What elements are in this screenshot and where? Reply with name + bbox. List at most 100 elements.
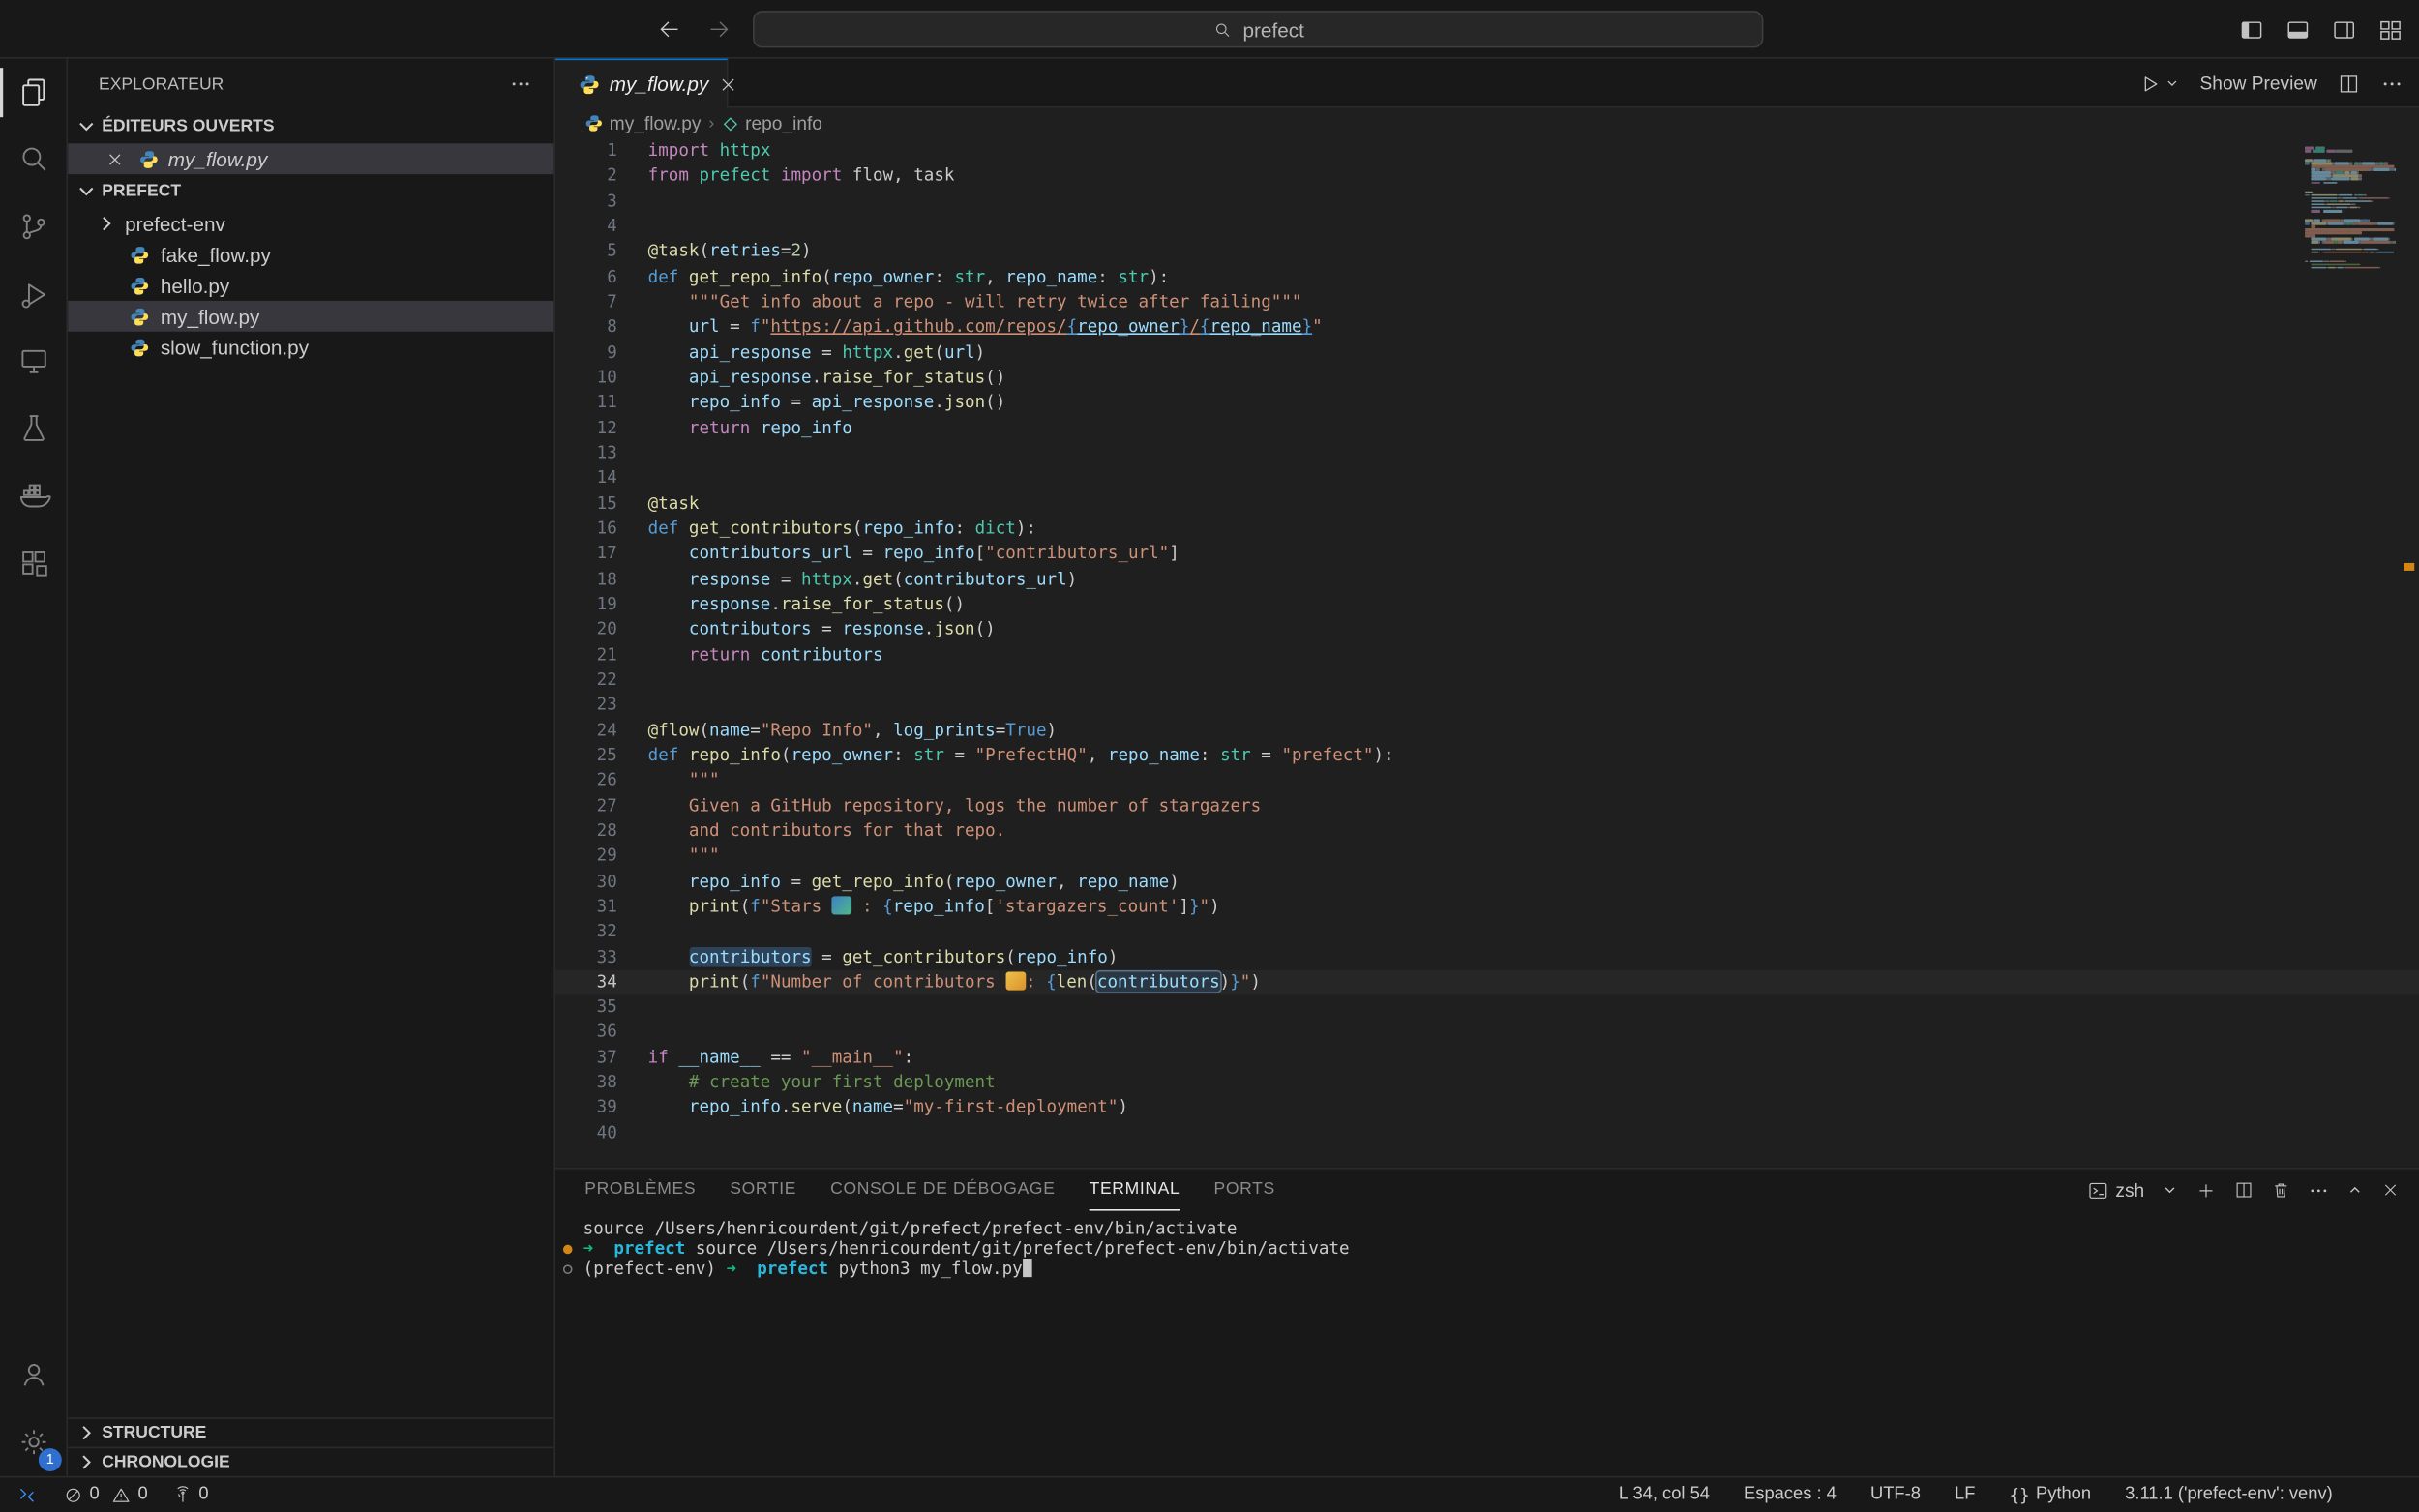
- code-line-34[interactable]: 34 print(f"Number of contributors 👷: {le…: [555, 970, 2419, 995]
- file-tree-item-slow_function.py[interactable]: slow_function.py: [68, 332, 553, 363]
- explorer-icon[interactable]: [0, 59, 67, 127]
- command-decoration-dot[interactable]: [563, 1244, 573, 1254]
- code-line-22[interactable]: 22: [555, 667, 2419, 693]
- panel-tab-terminal[interactable]: TERMINAL: [1090, 1170, 1180, 1211]
- maximize-panel-chevron-icon[interactable]: [2346, 1181, 2364, 1199]
- testing-beaker-icon[interactable]: [0, 395, 67, 462]
- breadcrumb-file[interactable]: my_flow.py: [584, 112, 701, 133]
- code-line-20[interactable]: 20 contributors = response.json(): [555, 617, 2419, 642]
- code-line-8[interactable]: 8 url = f"https://api.github.com/repos/{…: [555, 315, 2419, 341]
- sidebar-more-icon[interactable]: [506, 70, 535, 99]
- encoding[interactable]: UTF-8: [1865, 1485, 1927, 1503]
- workspace-section[interactable]: PREFECT: [68, 174, 553, 208]
- toggle-sidebar-icon[interactable]: [2235, 14, 2267, 45]
- code-line-24[interactable]: 24@flow(name="Repo Info", log_prints=Tru…: [555, 718, 2419, 743]
- tab-my-flow[interactable]: my_flow.py: [555, 59, 729, 108]
- code-line-15[interactable]: 15@task: [555, 491, 2419, 517]
- code-line-1[interactable]: 1import httpx: [555, 138, 2419, 163]
- code-line-29[interactable]: 29 """: [555, 844, 2419, 869]
- breadcrumb-symbol[interactable]: repo_info: [722, 112, 822, 133]
- code-line-5[interactable]: 5@task(retries=2): [555, 240, 2419, 265]
- python-interpreter[interactable]: 3.11.1 ('prefect-env': venv): [2119, 1485, 2339, 1503]
- docker-icon[interactable]: [0, 462, 67, 530]
- code-line-35[interactable]: 35: [555, 995, 2419, 1021]
- account-icon[interactable]: [0, 1341, 67, 1408]
- launch-profile-chevron-icon[interactable]: [2162, 1181, 2179, 1199]
- code-line-4[interactable]: 4: [555, 215, 2419, 240]
- file-tree-item-my_flow.py[interactable]: my_flow.py: [68, 301, 553, 332]
- code-line-6[interactable]: 6def get_repo_info(repo_owner: str, repo…: [555, 265, 2419, 290]
- code-line-11[interactable]: 11 repo_info = api_response.json(): [555, 391, 2419, 416]
- code-line-9[interactable]: 9 api_response = httpx.get(url): [555, 341, 2419, 366]
- minimap[interactable]: [2305, 146, 2394, 273]
- code-line-2[interactable]: 2from prefect import flow, task: [555, 164, 2419, 190]
- code-line-40[interactable]: 40: [555, 1121, 2419, 1146]
- search-sidebar-icon[interactable]: [0, 126, 67, 193]
- code-line-38[interactable]: 38 # create your first deployment: [555, 1071, 2419, 1096]
- code-line-36[interactable]: 36: [555, 1021, 2419, 1046]
- file-tree-item-fake_flow.py[interactable]: fake_flow.py: [68, 239, 553, 270]
- show-preview-button[interactable]: Show Preview: [2200, 73, 2317, 94]
- forward-arrow-icon[interactable]: [703, 14, 734, 44]
- split-editor-icon[interactable]: [2338, 72, 2361, 95]
- remote-indicator[interactable]: [10, 1483, 45, 1506]
- open-editor-item[interactable]: my_flow.py: [68, 143, 553, 174]
- code-line-33[interactable]: 33 contributors = get_contributors(repo_…: [555, 945, 2419, 970]
- close-editor-icon[interactable]: [105, 146, 130, 171]
- command-center-search[interactable]: prefect: [753, 11, 1763, 47]
- close-panel-icon[interactable]: [2380, 1180, 2401, 1201]
- problems-status[interactable]: 0 0: [57, 1485, 154, 1505]
- code-line-13[interactable]: 13: [555, 441, 2419, 466]
- code-line-32[interactable]: 32: [555, 920, 2419, 945]
- tab-close-icon[interactable]: [718, 72, 739, 97]
- language-mode[interactable]: {} Python: [2003, 1485, 2097, 1505]
- code-line-14[interactable]: 14: [555, 466, 2419, 491]
- remote-explorer-icon[interactable]: [0, 328, 67, 396]
- code-line-23[interactable]: 23: [555, 693, 2419, 718]
- cursor-position[interactable]: L 34, col 54: [1612, 1485, 1716, 1503]
- code-line-30[interactable]: 30 repo_info = get_repo_info(repo_owner,…: [555, 869, 2419, 894]
- settings-gear-icon[interactable]: 1: [0, 1408, 67, 1476]
- panel-more-icon[interactable]: [2308, 1179, 2329, 1201]
- customize-layout-icon[interactable]: [2374, 14, 2406, 45]
- run-debug-icon[interactable]: [0, 260, 67, 328]
- code-line-27[interactable]: 27 Given a GitHub repository, logs the n…: [555, 793, 2419, 818]
- code-line-37[interactable]: 37if __name__ == "__main__":: [555, 1046, 2419, 1071]
- panel-tab-ports[interactable]: PORTS: [1213, 1170, 1274, 1211]
- editor-more-icon[interactable]: [2380, 72, 2404, 95]
- code-line-7[interactable]: 7 """Get info about a repo - will retry …: [555, 290, 2419, 315]
- code-line-31[interactable]: 31 print(f"Stars 🌠 : {repo_info['stargaz…: [555, 894, 2419, 919]
- panel-tab-sortie[interactable]: SORTIE: [730, 1170, 796, 1211]
- code-line-3[interactable]: 3: [555, 190, 2419, 215]
- back-arrow-icon[interactable]: [654, 14, 685, 44]
- extensions-icon[interactable]: [0, 529, 67, 597]
- code-line-18[interactable]: 18 response = httpx.get(contributors_url…: [555, 567, 2419, 592]
- terminal-profile-button[interactable]: zsh: [2088, 1179, 2144, 1201]
- kill-terminal-trash-icon[interactable]: [2271, 1180, 2291, 1201]
- code-line-28[interactable]: 28 and contributors for that repo.: [555, 818, 2419, 844]
- code-line-39[interactable]: 39 repo_info.serve(name="my-first-deploy…: [555, 1096, 2419, 1121]
- toggle-panel-icon[interactable]: [2282, 14, 2314, 45]
- run-python-button[interactable]: [2138, 72, 2180, 95]
- eol-sequence[interactable]: LF: [1949, 1485, 1982, 1503]
- code-editor[interactable]: 1import httpx2from prefect import flow, …: [555, 138, 2419, 1167]
- command-decoration-circle[interactable]: [563, 1264, 573, 1274]
- panel-tab-probl-mes[interactable]: PROBLÈMES: [584, 1170, 696, 1211]
- timeline-section[interactable]: CHRONOLOGIE: [68, 1446, 553, 1475]
- terminal-output[interactable]: source /Users/henricourdent/git/prefect/…: [555, 1211, 2419, 1475]
- code-line-12[interactable]: 12 return repo_info: [555, 416, 2419, 441]
- code-line-25[interactable]: 25def repo_info(repo_owner: str = "Prefe…: [555, 743, 2419, 768]
- code-line-21[interactable]: 21 return contributors: [555, 642, 2419, 667]
- outline-section[interactable]: STRUCTURE: [68, 1416, 553, 1445]
- code-line-17[interactable]: 17 contributors_url = repo_info["contrib…: [555, 542, 2419, 567]
- toggle-secondary-sidebar-icon[interactable]: [2328, 14, 2360, 45]
- code-line-26[interactable]: 26 """: [555, 768, 2419, 793]
- file-tree-item-prefect-env[interactable]: prefect-env: [68, 208, 553, 239]
- code-line-16[interactable]: 16def get_contributors(repo_info: dict):: [555, 517, 2419, 542]
- file-tree-item-hello.py[interactable]: hello.py: [68, 270, 553, 301]
- new-terminal-icon[interactable]: [2195, 1179, 2217, 1201]
- panel-tab-console-de-d-bogage[interactable]: CONSOLE DE DÉBOGAGE: [830, 1170, 1055, 1211]
- split-terminal-icon[interactable]: [2234, 1180, 2255, 1201]
- open-editors-section[interactable]: ÉDITEURS OUVERTS: [68, 109, 553, 143]
- indentation[interactable]: Espaces : 4: [1738, 1485, 1843, 1503]
